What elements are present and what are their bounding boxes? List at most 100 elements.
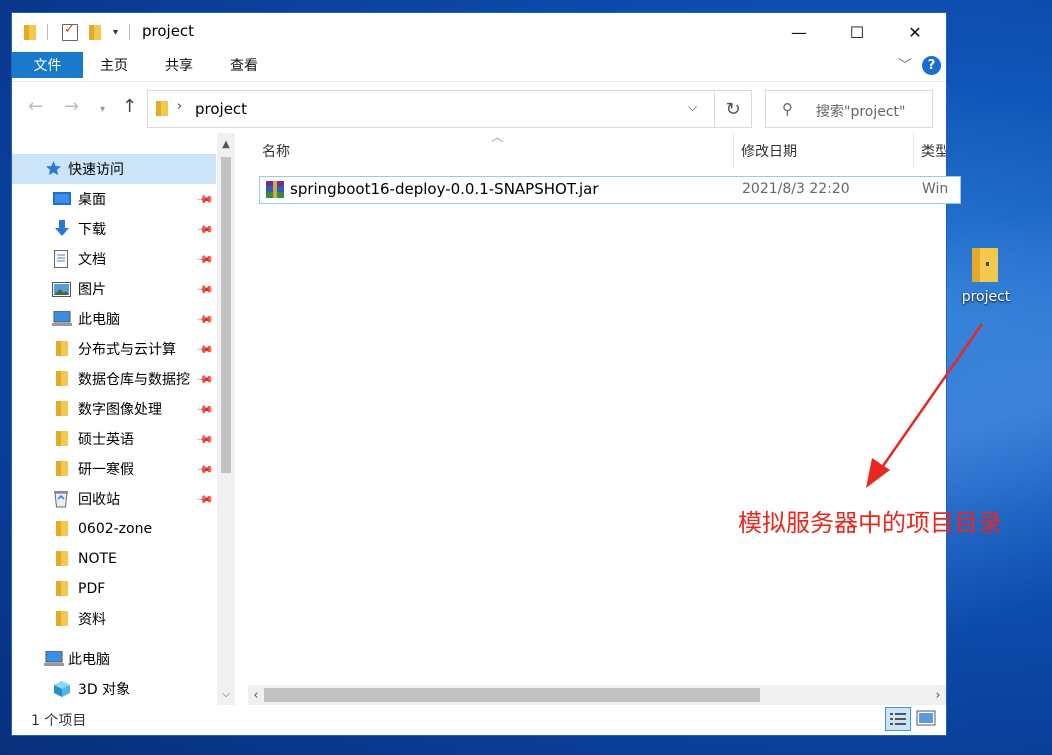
- scroll-up-arrow-icon[interactable]: ▲: [217, 135, 235, 153]
- scrollbar-thumb[interactable]: [221, 157, 231, 473]
- tab-view[interactable]: 查看: [230, 52, 258, 78]
- status-bar: 1 个项目: [12, 705, 946, 735]
- window-title: project: [142, 22, 195, 40]
- desktop-folder-label[interactable]: project: [940, 289, 1032, 305]
- refresh-icon[interactable]: ↻: [714, 90, 752, 128]
- scroll-left-arrow-icon[interactable]: ‹: [248, 685, 264, 705]
- title-separator: [129, 22, 130, 42]
- pin-icon[interactable]: 📌: [195, 490, 214, 509]
- nav-item-this-pc-root[interactable]: 此电脑: [12, 644, 216, 674]
- tab-share[interactable]: 共享: [165, 52, 193, 78]
- nav-item-3d-objects[interactable]: 3D 对象: [12, 674, 216, 704]
- nav-item-recycle-bin[interactable]: 回收站 📌: [12, 484, 216, 514]
- column-divider[interactable]: [913, 133, 914, 169]
- item-count: 1 个项目: [31, 713, 87, 729]
- pin-icon[interactable]: 📌: [195, 340, 214, 359]
- nav-item-label: 分布式与云计算: [78, 342, 176, 358]
- desktop-folder-icon[interactable]: [958, 244, 1014, 290]
- horizontal-scrollbar[interactable]: ‹ ›: [248, 685, 946, 705]
- search-icon: ⚲: [782, 100, 793, 118]
- folder-icon: [56, 371, 68, 386]
- nav-item-pictures[interactable]: 图片 📌: [12, 274, 216, 304]
- nav-item-folder-english[interactable]: 硕士英语 📌: [12, 424, 216, 454]
- large-icons-view-icon[interactable]: [915, 708, 937, 728]
- tab-home[interactable]: 主页: [100, 52, 128, 78]
- folder-icon: [24, 22, 36, 42]
- navigation-pane-scrollbar[interactable]: ▲ ⌵: [217, 133, 235, 705]
- recycle-bin-icon: [53, 490, 69, 508]
- nav-item-label: 数据仓库与数据挖: [78, 372, 190, 388]
- nav-item-folder-distributed[interactable]: 分布式与云计算 📌: [12, 334, 216, 364]
- expand-ribbon-chevron-icon[interactable]: ﹀: [898, 55, 912, 75]
- nav-item-folder-pdf[interactable]: PDF: [12, 574, 216, 604]
- customize-toolbar-chevron-icon[interactable]: ▾: [113, 22, 118, 42]
- back-arrow-icon[interactable]: ←: [28, 96, 43, 117]
- picture-icon: [52, 282, 71, 297]
- nav-item-folder-materials[interactable]: 资料: [12, 604, 216, 634]
- folder-icon: [56, 521, 68, 536]
- column-header-type[interactable]: 类型: [921, 133, 946, 169]
- column-divider[interactable]: [733, 133, 734, 169]
- column-header-name[interactable]: 名称: [262, 133, 290, 169]
- address-dropdown-chevron-icon[interactable]: ⌵: [688, 100, 697, 115]
- breadcrumb-project[interactable]: project: [195, 100, 247, 118]
- forward-arrow-icon[interactable]: →: [64, 96, 79, 117]
- nav-item-folder-image-processing[interactable]: 数字图像处理 📌: [12, 394, 216, 424]
- explorer-window: ▾ project — ☐ ✕ 文件 主页 共享 查看 ﹀ ? ← → ▾ ↑ …: [12, 13, 961, 735]
- pin-icon[interactable]: 📌: [195, 430, 214, 449]
- nav-item-desktop[interactable]: 桌面 📌: [12, 184, 216, 214]
- table-row[interactable]: springboot16-deploy-0.0.1-SNAPSHOT.jar 2…: [259, 176, 961, 204]
- folder-icon: [56, 461, 68, 476]
- scroll-down-arrow-icon[interactable]: ⌵: [217, 685, 235, 703]
- file-type: Win: [922, 181, 949, 197]
- close-button[interactable]: ✕: [886, 13, 944, 51]
- search-input[interactable]: ⚲ 搜索"project": [765, 90, 933, 128]
- nav-item-quick-access[interactable]: 快速访问: [12, 154, 216, 184]
- desktop-icon: [53, 192, 71, 206]
- recent-locations-chevron-icon[interactable]: ▾: [100, 104, 105, 115]
- pin-icon[interactable]: 📌: [195, 280, 214, 299]
- search-placeholder: 搜索"project": [816, 104, 906, 120]
- nav-item-label: 此电脑: [78, 312, 120, 328]
- nav-item-folder-winter[interactable]: 研一寒假 📌: [12, 454, 216, 484]
- nav-item-label: 快速访问: [68, 162, 124, 178]
- tab-file[interactable]: 文件: [12, 52, 83, 78]
- nav-item-label: 研一寒假: [78, 462, 134, 478]
- nav-item-label: PDF: [78, 581, 106, 597]
- pin-icon[interactable]: 📌: [195, 370, 214, 389]
- minimize-button[interactable]: —: [770, 13, 828, 51]
- column-header-modified[interactable]: 修改日期: [741, 133, 797, 169]
- sort-ascending-icon: ︿: [491, 130, 504, 144]
- file-modified: 2021/8/3 22:20: [742, 181, 850, 197]
- help-icon[interactable]: ?: [922, 56, 941, 75]
- pin-icon[interactable]: 📌: [195, 220, 214, 239]
- nav-item-folder-0602-zone[interactable]: 0602-zone: [12, 514, 216, 544]
- computer-icon: [52, 311, 72, 327]
- scroll-right-arrow-icon[interactable]: ›: [930, 685, 946, 705]
- folder-icon: [156, 101, 168, 116]
- pin-icon[interactable]: 📌: [195, 400, 214, 419]
- nav-item-documents[interactable]: 文档 📌: [12, 244, 216, 274]
- pin-icon[interactable]: 📌: [195, 190, 214, 209]
- download-icon: [54, 220, 70, 238]
- nav-item-label: 回收站: [78, 492, 120, 508]
- scrollbar-thumb[interactable]: [264, 688, 760, 702]
- pin-icon[interactable]: 📌: [195, 310, 214, 329]
- nav-item-folder-data-warehouse[interactable]: 数据仓库与数据挖 📌: [12, 364, 216, 394]
- up-arrow-icon[interactable]: ↑: [122, 96, 137, 117]
- details-view-icon[interactable]: [885, 707, 911, 731]
- nav-item-label: 硕士英语: [78, 432, 134, 448]
- breadcrumb-chevron-icon[interactable]: ›: [177, 99, 182, 114]
- nav-item-downloads[interactable]: 下载 📌: [12, 214, 216, 244]
- pin-icon[interactable]: 📌: [195, 460, 214, 479]
- pin-icon[interactable]: 📌: [195, 250, 214, 269]
- maximize-button[interactable]: ☐: [828, 13, 886, 51]
- nav-item-this-pc[interactable]: 此电脑 📌: [12, 304, 216, 334]
- navigation-bar: ← → ▾ ↑ › project ⌵ ↻ ⚲ 搜索"project": [12, 81, 946, 134]
- properties-icon[interactable]: [62, 22, 78, 42]
- title-bar: ▾ project — ☐ ✕: [12, 13, 946, 51]
- new-folder-icon[interactable]: [89, 22, 101, 42]
- annotation-text: 模拟服务器中的项目目录: [738, 509, 1002, 537]
- address-bar[interactable]: › project ⌵: [147, 90, 715, 128]
- nav-item-folder-note[interactable]: NOTE: [12, 544, 216, 574]
